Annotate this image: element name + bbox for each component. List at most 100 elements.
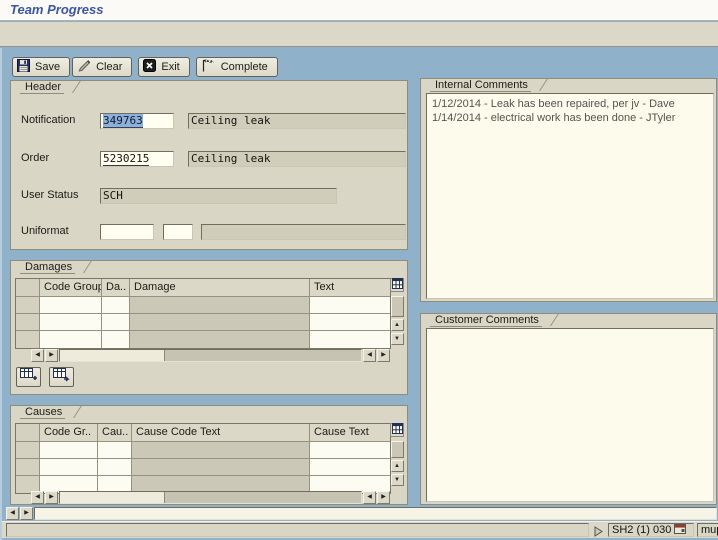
scroll-left-button[interactable]: ◀	[363, 491, 376, 504]
causes-row-1	[16, 442, 390, 459]
code-gr-cell[interactable]	[40, 442, 98, 459]
code-group-cell[interactable]	[40, 297, 102, 314]
internal-comments-group-tab: Internal Comments	[430, 79, 531, 92]
horizontal-scroll-track[interactable]	[59, 349, 362, 362]
damages-row-buttons	[16, 367, 78, 387]
causes-vertical-scrollbar: ▲ ▼	[390, 423, 404, 486]
causes-group-tab: Causes	[20, 406, 65, 419]
scroll-right-button[interactable]: ▶	[20, 507, 33, 520]
code-group-cell[interactable]	[40, 314, 102, 331]
cause-text-cell[interactable]	[310, 442, 390, 459]
horizontal-scroll-thumb[interactable]	[60, 350, 165, 361]
causes-col-cause-code-text[interactable]: Cause Code Text	[132, 424, 310, 442]
user-status-label: User Status	[21, 189, 78, 201]
order-text-field: Ceiling leak	[188, 151, 406, 167]
text-cell[interactable]	[310, 297, 390, 314]
insert-row-button[interactable]	[16, 367, 41, 387]
complete-button[interactable]: Complete	[196, 57, 278, 77]
scroll-down-button[interactable]: ▼	[391, 333, 404, 345]
clear-button-label: Clear	[96, 61, 122, 73]
status-system-text: SH2 (1) 030	[612, 524, 671, 536]
row-selector-header[interactable]	[16, 279, 40, 297]
scroll-down-button[interactable]: ▼	[391, 474, 404, 486]
vertical-scroll-thumb[interactable]	[391, 441, 404, 458]
status-bar: SH2 (1) 030 muphr	[2, 521, 718, 538]
scroll-left-button[interactable]: ◀	[363, 349, 376, 362]
table-settings-button[interactable]	[390, 423, 404, 437]
delete-row-button[interactable]	[49, 367, 74, 387]
damages-horizontal-scrollbar: ◀ ▶ ◀ ▶	[31, 349, 391, 362]
code-group-cell[interactable]	[40, 331, 102, 348]
comment-line: 1/12/2014 - Leak has been repaired, per …	[432, 97, 708, 111]
status-expand-button[interactable]	[594, 524, 605, 536]
complete-button-label: Complete	[221, 61, 268, 73]
text-cell[interactable]	[310, 314, 390, 331]
clear-pencil-icon	[77, 59, 91, 75]
notification-row: Notification 349763 Ceiling leak	[11, 113, 407, 128]
scroll-up-button[interactable]: ▲	[391, 460, 404, 472]
customer-comments-textarea[interactable]	[426, 328, 714, 502]
damages-row-3	[16, 331, 390, 348]
da-cell[interactable]	[102, 297, 130, 314]
toolbar: Save Clear Exit Complete	[12, 57, 278, 77]
table-settings-icon	[392, 276, 403, 294]
clear-button[interactable]: Clear	[72, 57, 132, 77]
status-system-box: SH2 (1) 030	[608, 523, 694, 537]
comment-line: 1/14/2014 - electrical work has been don…	[432, 111, 708, 125]
notification-input[interactable]: 349763	[100, 113, 174, 129]
page-scroll-track[interactable]	[34, 507, 717, 520]
causes-col-cause-text[interactable]: Cause Text	[310, 424, 390, 442]
row-selector-cell[interactable]	[16, 297, 40, 314]
scroll-up-button[interactable]: ▲	[391, 319, 404, 331]
scroll-right-button[interactable]: ▶	[45, 491, 58, 504]
exit-button[interactable]: Exit	[138, 57, 189, 77]
scroll-right-button[interactable]: ▶	[377, 349, 390, 362]
uniformat-input-2[interactable]	[163, 224, 193, 240]
scroll-right-button[interactable]: ▶	[377, 491, 390, 504]
text-cell[interactable]	[310, 331, 390, 348]
customer-comments-group-tab: Customer Comments	[430, 314, 542, 327]
scroll-right-button[interactable]: ▶	[45, 349, 58, 362]
uniformat-input-1[interactable]	[100, 224, 154, 240]
row-selector-header[interactable]	[16, 424, 40, 442]
scroll-left-button[interactable]: ◀	[31, 491, 44, 504]
row-selector-cell[interactable]	[16, 314, 40, 331]
cau-cell[interactable]	[98, 459, 132, 476]
exit-button-label: Exit	[161, 61, 179, 73]
page-title: Team Progress	[10, 2, 103, 17]
save-button[interactable]: Save	[12, 57, 70, 77]
row-selector-cell[interactable]	[16, 331, 40, 348]
order-value: 5230215	[103, 152, 149, 166]
damages-group-tab: Damages	[20, 261, 75, 274]
user-status-row: User Status SCH	[11, 188, 407, 203]
horizontal-scroll-track[interactable]	[59, 491, 362, 504]
exit-x-icon	[143, 59, 156, 75]
da-cell[interactable]	[102, 314, 130, 331]
scroll-left-button[interactable]: ◀	[31, 349, 44, 362]
da-cell[interactable]	[102, 331, 130, 348]
cause-code-text-cell	[132, 459, 310, 476]
row-selector-cell[interactable]	[16, 442, 40, 459]
damages-col-code-group[interactable]: Code Group	[40, 279, 102, 297]
damages-group: Damages Code Group Da.. Damage Text	[10, 260, 408, 395]
notification-value: 349763	[103, 114, 143, 128]
damages-row-1	[16, 297, 390, 314]
internal-comments-textarea[interactable]: 1/12/2014 - Leak has been repaired, per …	[426, 93, 714, 299]
cau-cell[interactable]	[98, 442, 132, 459]
causes-col-code-gr[interactable]: Code Gr..	[40, 424, 98, 442]
order-input[interactable]: 5230215	[100, 151, 174, 167]
vertical-scroll-thumb[interactable]	[391, 296, 404, 317]
internal-comments-group: Internal Comments 1/12/2014 - Leak has b…	[420, 78, 717, 302]
table-settings-button[interactable]	[390, 278, 404, 292]
damages-col-da[interactable]: Da..	[102, 279, 130, 297]
damages-col-damage[interactable]: Damage	[130, 279, 310, 297]
damages-col-text[interactable]: Text	[310, 279, 390, 297]
scroll-left-button[interactable]: ◀	[6, 507, 19, 520]
expand-triangle-icon	[594, 524, 603, 540]
row-selector-cell[interactable]	[16, 459, 40, 476]
damages-row-2	[16, 314, 390, 331]
horizontal-scroll-thumb[interactable]	[60, 492, 165, 503]
cause-text-cell[interactable]	[310, 459, 390, 476]
code-gr-cell[interactable]	[40, 459, 98, 476]
causes-col-cau[interactable]: Cau..	[98, 424, 132, 442]
